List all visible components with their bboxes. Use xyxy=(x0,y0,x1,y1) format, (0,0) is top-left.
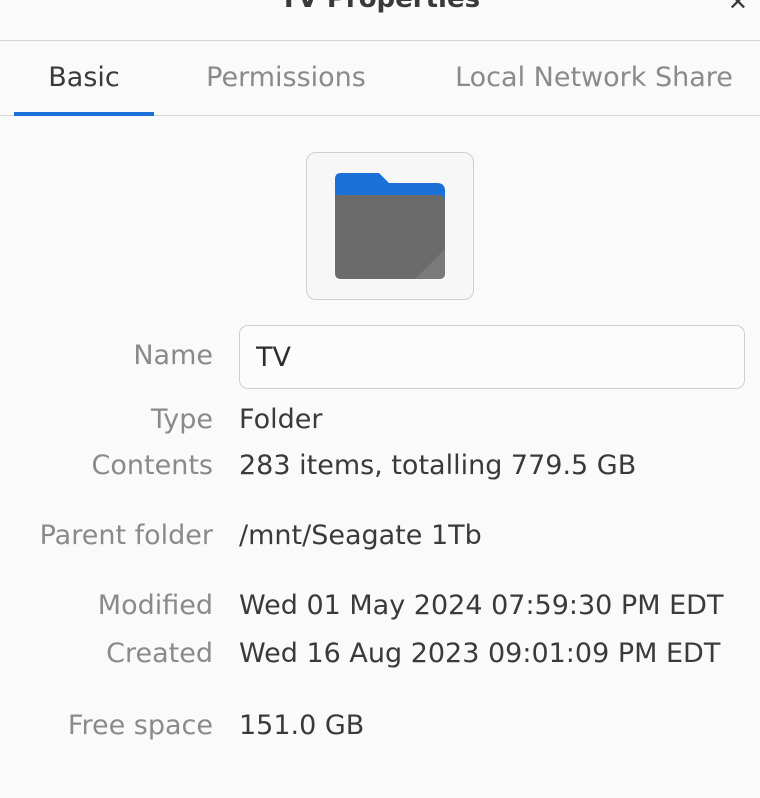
active-tab-indicator xyxy=(14,112,154,116)
folder-icon xyxy=(335,173,445,279)
free-space-value: 151.0 GB xyxy=(239,710,365,741)
contents-label: Contents xyxy=(91,450,213,481)
tab-permissions[interactable]: Permissions xyxy=(186,41,386,115)
tab-basic[interactable]: Basic xyxy=(14,41,154,116)
modified-value: Wed 01 May 2024 07:59:30 PM EDT xyxy=(239,590,724,621)
name-label: Name xyxy=(133,340,213,371)
tab-label: Local Network Share xyxy=(455,62,733,93)
contents-value: 283 items, totalling 779.5 GB xyxy=(239,450,637,481)
title-bar: TV Properties ✕ xyxy=(0,0,760,41)
parent-folder-value[interactable]: /mnt/Seagate 1Tb xyxy=(239,520,482,551)
created-label: Created xyxy=(106,638,213,669)
type-value: Folder xyxy=(239,404,323,435)
name-input[interactable] xyxy=(239,325,745,389)
tab-bar: Basic Permissions Local Network Share xyxy=(0,41,760,116)
free-space-label: Free space xyxy=(67,710,213,741)
created-value: Wed 16 Aug 2023 09:01:09 PM EDT xyxy=(239,638,721,669)
window-title: TV Properties xyxy=(0,0,760,14)
folder-icon-button[interactable] xyxy=(306,152,474,300)
close-icon[interactable]: ✕ xyxy=(728,0,748,16)
type-label: Type xyxy=(150,404,213,435)
tab-label: Permissions xyxy=(206,62,366,93)
tab-label: Basic xyxy=(48,62,120,93)
tab-local-network-share[interactable]: Local Network Share xyxy=(440,41,748,115)
parent-folder-label: Parent folder xyxy=(39,520,213,551)
properties-dialog: TV Properties ✕ Basic Permissions Local … xyxy=(0,0,760,798)
modified-label: Modified xyxy=(97,590,213,621)
